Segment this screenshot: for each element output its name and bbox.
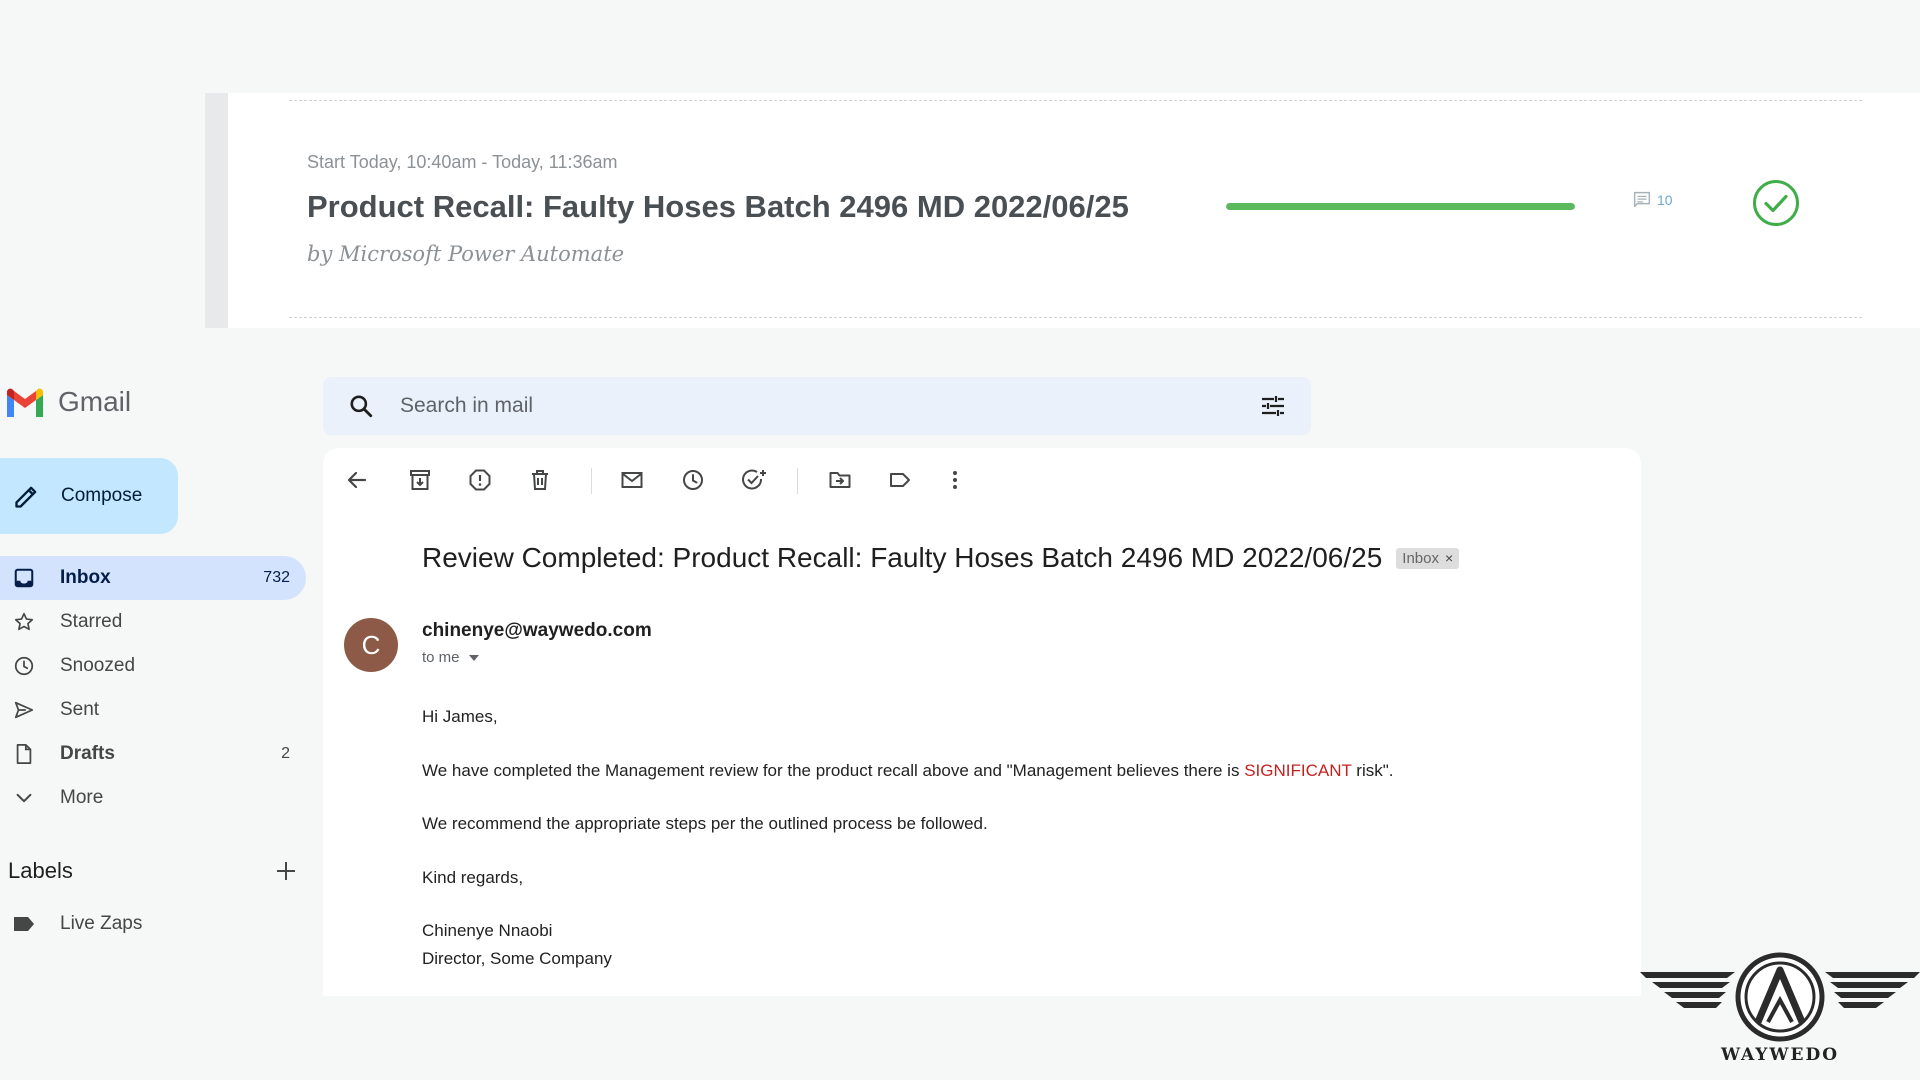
inbox-label-chip[interactable]: Inbox × [1396, 547, 1460, 569]
label-icon [13, 916, 35, 932]
task-progress-bar [1226, 203, 1575, 210]
sidebar-item-snoozed[interactable]: Snoozed [0, 644, 306, 688]
archive-icon[interactable] [408, 468, 432, 492]
body-paragraph-2: We recommend the appropriate steps per t… [422, 814, 988, 833]
waywedo-logo: WAYWEDO [1640, 952, 1920, 1072]
back-arrow-icon[interactable] [345, 468, 369, 492]
email-subject-row: Review Completed: Product Recall: Faulty… [422, 542, 1460, 574]
email-subject: Review Completed: Product Recall: Faulty… [422, 542, 1383, 573]
label-name: Live Zaps [60, 913, 143, 934]
signature-name: Chinenye Nnaobi [422, 921, 553, 940]
add-label-icon[interactable] [274, 859, 298, 883]
task-title[interactable]: Product Recall: Faulty Hoses Batch 2496 … [307, 189, 1129, 225]
significant-highlight: SIGNIFICANT [1244, 760, 1352, 780]
snooze-icon[interactable] [681, 468, 705, 492]
more-vert-icon[interactable] [943, 468, 967, 492]
brand-name: WAYWEDO [1720, 1045, 1840, 1065]
comment-icon [1631, 189, 1653, 211]
move-to-icon[interactable] [828, 468, 852, 492]
sidebar-item-label: More [60, 787, 104, 808]
drafts-count: 2 [281, 745, 290, 762]
sidebar-item-label: Snoozed [60, 655, 136, 676]
email-body: Hi James, We have completed the Manageme… [422, 703, 1393, 972]
sidebar-item-label: Inbox [60, 567, 111, 588]
send-icon [12, 699, 36, 721]
task-card: Start Today, 10:40am - Today, 11:36am Pr… [205, 93, 1920, 328]
comment-count: 10 [1657, 192, 1673, 208]
star-icon [12, 611, 36, 633]
sidebar-item-starred[interactable]: Starred [0, 600, 306, 644]
labels-icon[interactable] [888, 468, 912, 492]
sidebar-item-label: Sent [60, 699, 100, 720]
sidebar-item-drafts[interactable]: Drafts 2 [0, 732, 306, 776]
closing: Kind regards, [422, 867, 524, 887]
chip-close-icon[interactable]: × [1445, 550, 1453, 566]
greeting: Hi James, [422, 707, 498, 726]
inbox-icon [12, 567, 36, 589]
search-bar [323, 377, 1311, 435]
para1-text: We have completed the Management review … [422, 760, 1245, 780]
gmail-wordmark: Gmail [58, 386, 132, 417]
labels-section-header: Labels [8, 856, 298, 886]
recipient-text: to me [422, 649, 460, 666]
search-options-icon[interactable] [1260, 394, 1286, 418]
search-icon[interactable] [348, 393, 374, 419]
task-time-range: Start Today, 10:40am - Today, 11:36am [307, 152, 618, 172]
task-progress-fill [1226, 203, 1575, 210]
comments-indicator[interactable]: 10 [1631, 189, 1673, 211]
add-task-icon[interactable] [741, 468, 766, 492]
labels-heading: Labels [8, 858, 73, 883]
sidebar-nav: Inbox 732 Starred Snoozed Sent Drafts 2 … [0, 556, 306, 820]
sidebar-item-label: Drafts [60, 743, 115, 764]
chip-label: Inbox [1402, 549, 1439, 567]
check-circle-icon [1752, 179, 1800, 227]
search-input[interactable] [398, 393, 1222, 419]
draft-icon [12, 743, 36, 765]
sidebar-item-inbox[interactable]: Inbox 732 [0, 556, 306, 600]
caret-down-icon [468, 654, 480, 662]
compose-label: Compose [61, 485, 143, 506]
pencil-icon [0, 482, 41, 510]
chevron-down-icon [12, 787, 36, 809]
sender-email[interactable]: chinenye@waywedo.com [422, 620, 652, 642]
delete-icon[interactable] [528, 468, 552, 492]
card-divider-top [289, 100, 1862, 101]
inbox-count: 732 [263, 569, 290, 586]
toolbar-separator [591, 468, 592, 494]
para1-end: risk". [1351, 760, 1394, 780]
recipient-details[interactable]: to me [422, 649, 480, 666]
label-item-live-zaps[interactable]: Live Zaps [0, 902, 142, 946]
message-view: Review Completed: Product Recall: Faulty… [323, 448, 1641, 996]
winged-emblem-icon [1640, 952, 1920, 1042]
task-author: by Microsoft Power Automate [307, 242, 625, 266]
mark-unread-icon[interactable] [620, 468, 644, 492]
body-paragraph-1: We have completed the Management review … [422, 757, 1393, 784]
gmail-m-icon [4, 386, 46, 418]
signature-title: Director, Some Company [422, 948, 612, 968]
card-divider-bottom [289, 317, 1862, 318]
sidebar-item-sent[interactable]: Sent [0, 688, 306, 732]
signature: Chinenye Nnaobi Director, Some Company [422, 917, 1393, 972]
message-toolbar [323, 448, 1641, 512]
compose-button[interactable]: Compose [0, 458, 178, 534]
sidebar-item-label: Starred [60, 611, 123, 632]
report-spam-icon[interactable] [468, 468, 492, 492]
toolbar-separator [797, 468, 798, 494]
clock-icon [12, 655, 36, 677]
avatar[interactable]: C [344, 618, 398, 672]
sidebar-item-more[interactable]: More [0, 776, 306, 820]
gmail-logo[interactable]: Gmail [4, 386, 131, 418]
